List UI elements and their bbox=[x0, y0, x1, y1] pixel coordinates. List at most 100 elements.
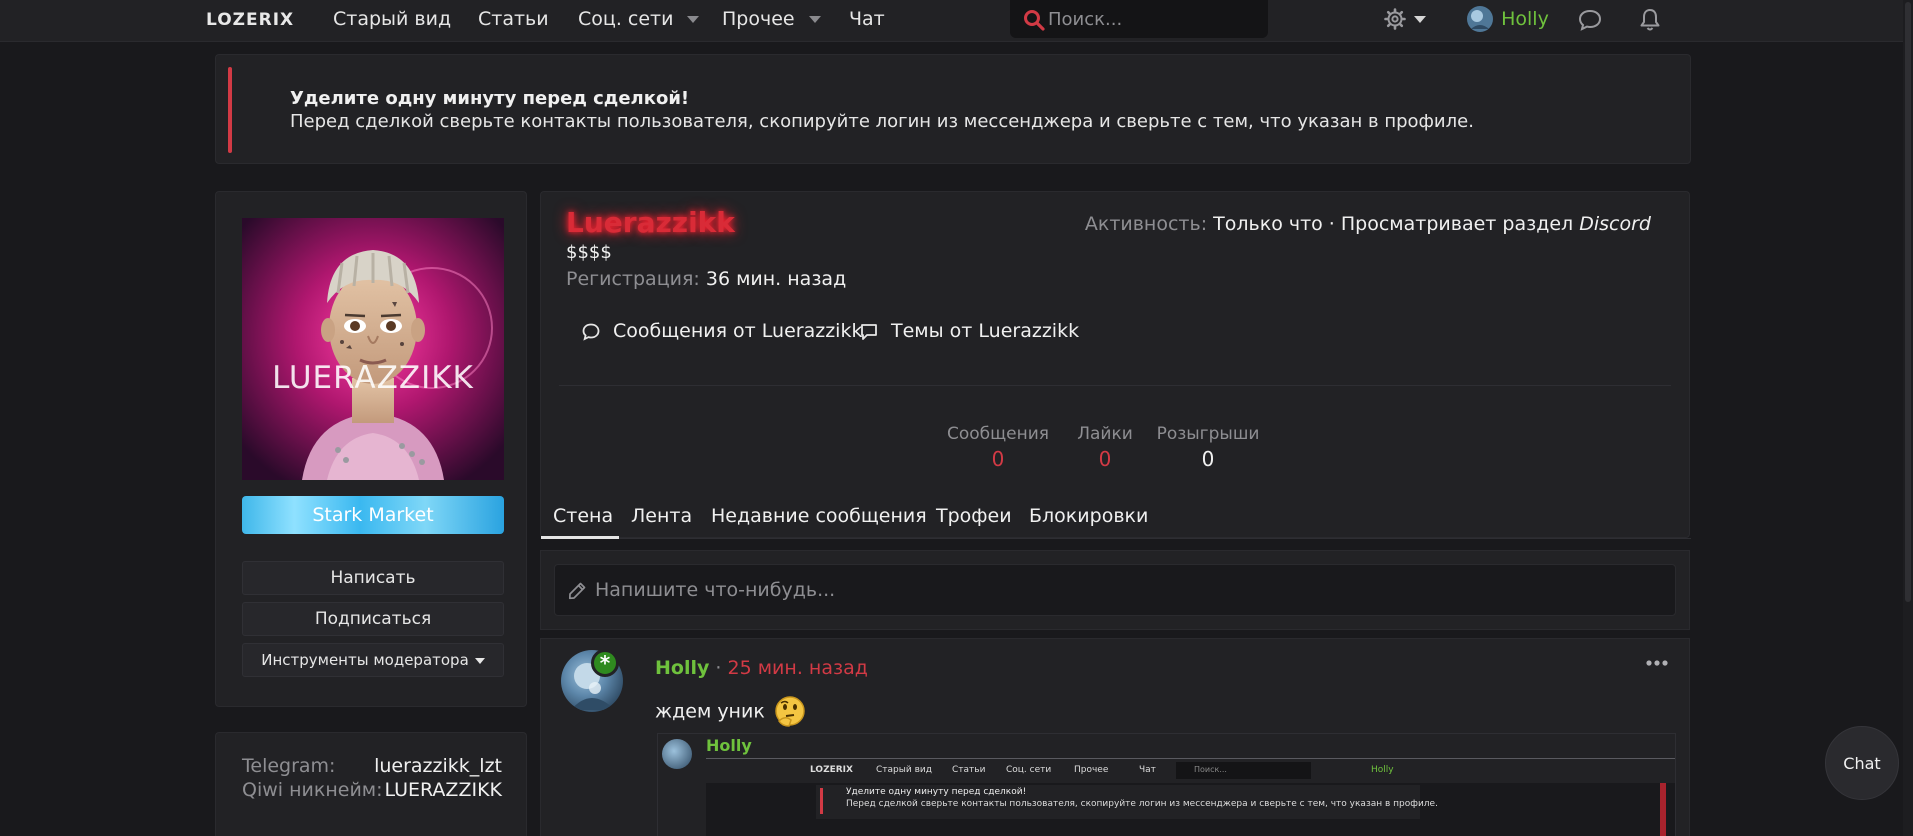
post-author[interactable]: Holly bbox=[655, 657, 709, 679]
stat-messages-label: Сообщения bbox=[946, 424, 1050, 444]
tab-feed[interactable]: Лента bbox=[631, 505, 692, 527]
tab-wall[interactable]: Стена bbox=[553, 505, 613, 527]
search-box bbox=[1010, 0, 1268, 38]
attached-screenshot[interactable]: Holly LOZERIX Старый вид Статьи Соц. сет… bbox=[657, 733, 1676, 836]
wall-post-form: Напишите что-нибудь... bbox=[540, 550, 1690, 630]
more-options-icon[interactable] bbox=[1645, 659, 1669, 667]
stat-giveaways[interactable]: Розыгрыши 0 bbox=[1153, 424, 1263, 471]
qiwi-label: Qiwi никнейм: bbox=[242, 779, 383, 801]
profile-username: Luerazzikk bbox=[566, 206, 735, 239]
nav-social[interactable]: Соц. сети bbox=[578, 8, 700, 30]
stark-market-button[interactable]: Stark Market bbox=[242, 496, 504, 534]
wall-post-placeholder: Напишите что-нибудь... bbox=[595, 579, 836, 601]
write-message-button[interactable]: Написать bbox=[242, 561, 504, 595]
user-messages-link[interactable]: Сообщения от Luerazzikk bbox=[581, 320, 862, 342]
tab-bans[interactable]: Блокировки bbox=[1029, 505, 1148, 527]
post-header: Holly · 25 мин. назад bbox=[655, 657, 868, 679]
embedded-page: Уделите одну минуту перед сделкой! Перед… bbox=[706, 783, 1675, 836]
telegram-value[interactable]: luerazzikk_lzt bbox=[374, 755, 502, 777]
notice-text: Перед сделкой сверьте контакты пользоват… bbox=[290, 111, 1474, 132]
embedded-user: Holly bbox=[1371, 765, 1394, 775]
moderator-badge: * bbox=[591, 649, 619, 677]
embedded-nav-item: Соц. сети bbox=[1006, 765, 1052, 775]
avatar-text: LUERAZZIKK bbox=[272, 360, 474, 396]
contacts-card: Telegram: luerazzikk_lzt Qiwi никнейм: L… bbox=[215, 732, 527, 836]
nav-old-view[interactable]: Старый вид bbox=[333, 8, 451, 30]
scrollbar-thumb[interactable] bbox=[1905, 2, 1911, 602]
registration-value: 36 мин. назад bbox=[705, 268, 847, 290]
embedded-logo: LOZERIX bbox=[810, 765, 853, 775]
stat-messages[interactable]: Сообщения 0 bbox=[943, 424, 1053, 471]
chevron-down-icon bbox=[474, 657, 485, 664]
wall-post: * Holly · 25 мин. назад ждем уник Holly … bbox=[540, 638, 1690, 836]
settings-menu[interactable] bbox=[1384, 8, 1430, 34]
stat-likes[interactable]: Лайки 0 bbox=[1070, 424, 1140, 471]
stat-giveaways-value: 0 bbox=[1201, 447, 1215, 471]
stat-likes-label: Лайки bbox=[1077, 424, 1133, 444]
nav-other-label: Прочее bbox=[722, 8, 795, 30]
post-text: ждем уник bbox=[655, 700, 765, 723]
search-input[interactable] bbox=[1048, 6, 1258, 32]
divider bbox=[559, 385, 1671, 386]
embedded-nav-item: Старый вид bbox=[876, 765, 932, 775]
chevron-down-icon bbox=[687, 16, 700, 23]
embedded-notice-title: Уделите одну минуту перед сделкой! bbox=[846, 787, 1027, 797]
activity-forum-link[interactable]: Discord bbox=[1579, 213, 1651, 235]
profile-main: Luerazzikk $$$$ Регистрация: 36 мин. наз… bbox=[540, 191, 1691, 539]
avatar bbox=[662, 739, 692, 769]
embedded-navbar: LOZERIX Старый вид Статьи Соц. сети Проч… bbox=[706, 759, 1675, 783]
moderator-tools-label: Инструменты модератора bbox=[261, 651, 469, 669]
chat-button[interactable]: Chat bbox=[1825, 726, 1899, 800]
nav-chat[interactable]: Чат bbox=[849, 8, 885, 30]
comment-icon bbox=[582, 323, 600, 341]
bell-icon[interactable] bbox=[1638, 7, 1662, 33]
telegram-label: Telegram: bbox=[242, 755, 336, 777]
gear-icon bbox=[1384, 8, 1426, 30]
user-threads-label: Темы от Luerazzikk bbox=[891, 320, 1080, 342]
registration-label: Регистрация: bbox=[566, 268, 700, 290]
user-messages-label: Сообщения от Luerazzikk bbox=[613, 320, 863, 342]
tab-trophies[interactable]: Трофеи bbox=[936, 505, 1012, 527]
post-time[interactable]: 25 мин. назад bbox=[728, 657, 868, 679]
tab-recent-messages[interactable]: Недавние сообщения bbox=[711, 505, 927, 527]
embedded-search-placeholder: Поиск... bbox=[1194, 765, 1227, 774]
tabs-baseline bbox=[541, 538, 1691, 539]
site-logo[interactable]: LOZERIX bbox=[206, 10, 294, 30]
stat-giveaways-label: Розыгрыши bbox=[1156, 424, 1260, 444]
nav-articles[interactable]: Статьи bbox=[478, 8, 549, 30]
moderator-tools-button[interactable]: Инструменты модератора bbox=[242, 643, 504, 677]
nav-other[interactable]: Прочее bbox=[722, 8, 821, 30]
threads-icon bbox=[861, 323, 877, 340]
activity-label: Активность: bbox=[1084, 213, 1208, 235]
notice-title: Уделите одну минуту перед сделкой! bbox=[290, 88, 690, 109]
search-icon[interactable] bbox=[1022, 8, 1046, 32]
profile-avatar[interactable]: LUERAZZIKK bbox=[242, 218, 504, 480]
avatar bbox=[1467, 6, 1493, 32]
profile-sidebar: LUERAZZIKK Stark Market Написать Подписа… bbox=[215, 191, 527, 707]
user-threads-link[interactable]: Темы от Luerazzikk bbox=[859, 320, 1079, 342]
thinking-emoji-icon bbox=[775, 696, 805, 727]
embedded-notice: Уделите одну минуту перед сделкой! Перед… bbox=[816, 785, 1438, 819]
page-scrollbar[interactable] bbox=[1903, 0, 1913, 836]
deal-warning-notice: Уделите одну минуту перед сделкой! Перед… bbox=[215, 54, 1691, 164]
conversations-icon[interactable] bbox=[1577, 8, 1603, 32]
qiwi-value[interactable]: LUERAZZIKK bbox=[384, 779, 502, 801]
chevron-down-icon bbox=[808, 16, 821, 23]
embedded-notice-text: Перед сделкой сверьте контакты пользоват… bbox=[846, 799, 1438, 809]
activity-info: Активность: Только что · Просматривает р… bbox=[1085, 213, 1651, 235]
profile-tabs: Стена Лента Недавние сообщения Трофеи Бл… bbox=[541, 495, 1691, 539]
notice-accent-bar bbox=[820, 788, 823, 814]
user-menu[interactable]: Holly bbox=[1466, 5, 1549, 33]
embedded-author: Holly bbox=[706, 736, 752, 755]
nav-social-label: Соц. сети bbox=[578, 8, 674, 30]
user-name: Holly bbox=[1501, 8, 1549, 30]
active-tab-indicator bbox=[541, 536, 619, 539]
user-title: $$$$ bbox=[566, 242, 612, 263]
top-navbar: LOZERIX Старый вид Статьи Соц. сети Проч… bbox=[0, 0, 1913, 42]
wall-post-input[interactable]: Напишите что-нибудь... bbox=[554, 564, 1676, 616]
embedded-nav-item: Статьи bbox=[952, 765, 986, 775]
embedded-nav-item: Прочее bbox=[1074, 765, 1109, 775]
post-body: ждем уник bbox=[655, 695, 807, 729]
stat-messages-value: 0 bbox=[991, 447, 1005, 471]
subscribe-button[interactable]: Подписаться bbox=[242, 602, 504, 636]
